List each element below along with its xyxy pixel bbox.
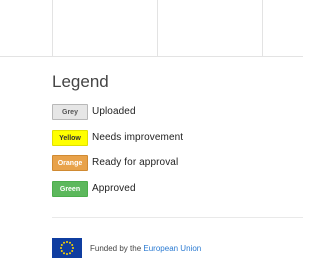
table-column-divider [262,0,263,56]
table-column-divider [52,0,53,56]
table-column-divider [157,0,158,56]
funding-prefix: Funded by the [90,243,142,253]
legend-label: Uploaded [92,106,136,117]
legend-label: Needs improvement [92,132,184,143]
funding-text: Funded by the European Union [90,244,201,253]
legend-item-needs-improvement: Yellow Needs improvement [52,130,183,146]
european-union-link[interactable]: European Union [143,244,201,253]
status-table-fragment [0,0,303,57]
legend-title: Legend [52,72,109,91]
status-badge-yellow: Yellow [52,130,88,146]
status-badge-green: Green [52,181,88,197]
legend-item-ready-for-approval: Orange Ready for approval [52,155,178,171]
legend-item-uploaded: Grey Uploaded [52,104,136,120]
funding-notice: Funded by the European Union [52,238,201,258]
page: Legend Grey Uploaded Yellow Needs improv… [0,0,303,261]
legend-label: Ready for approval [92,157,179,168]
eu-flag-icon [52,238,82,258]
footer-divider [52,217,303,218]
legend-item-approved: Green Approved [52,181,136,197]
status-badge-grey: Grey [52,104,88,120]
legend-label: Approved [92,183,136,194]
status-badge-orange: Orange [52,155,88,171]
